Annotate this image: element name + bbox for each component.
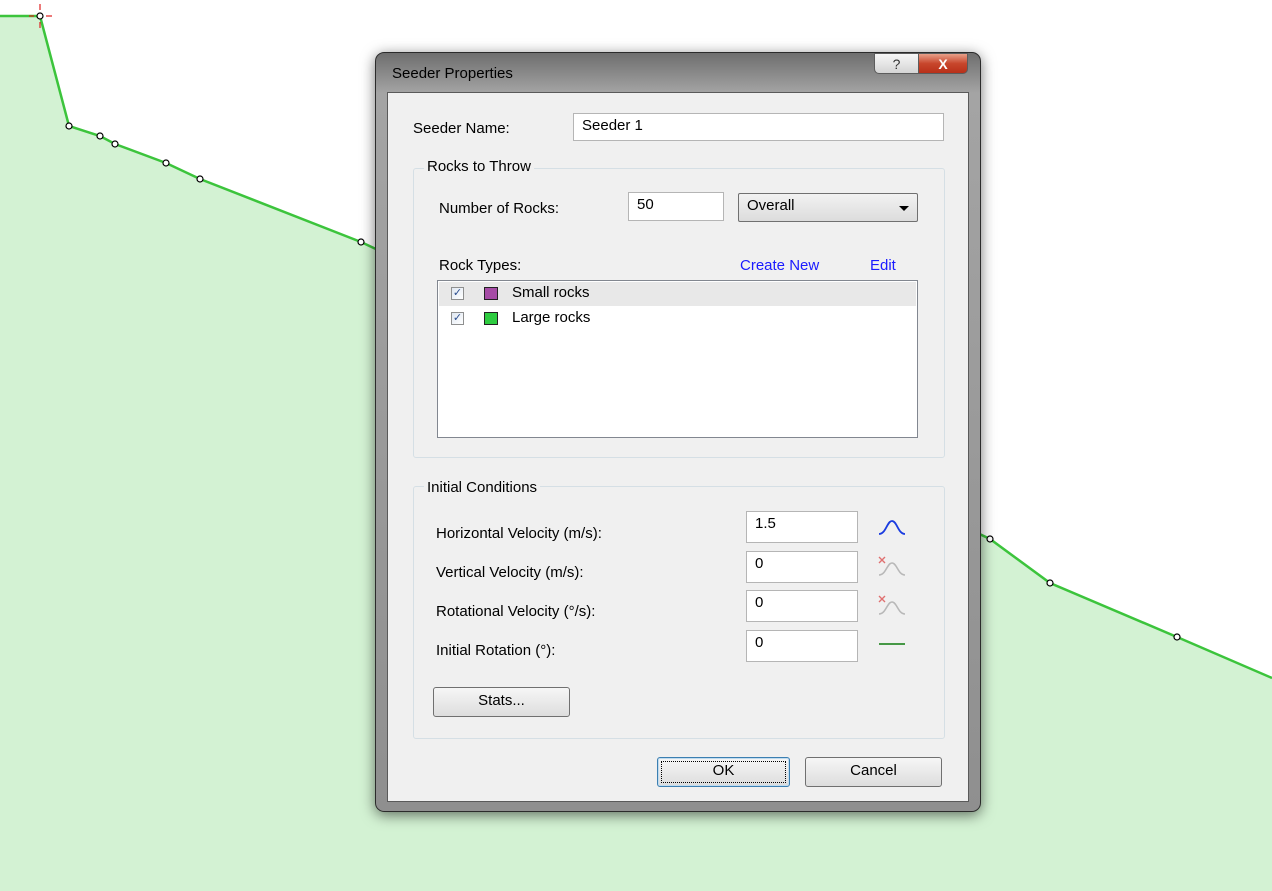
help-button[interactable]: ? [874, 53, 919, 74]
horizontal-velocity-label: Horizontal Velocity (m/s): [436, 525, 602, 542]
rock-types-label: Rock Types: [439, 257, 522, 274]
create-new-link[interactable]: Create New [740, 257, 819, 274]
vertex-handle[interactable] [96, 132, 104, 140]
ok-button[interactable]: OK [657, 757, 790, 787]
titlebar-buttons: ? X [874, 53, 968, 74]
rock-types-list[interactable]: ✓ Small rocks ✓ Large rocks [437, 280, 918, 438]
vertex-handle[interactable] [162, 159, 170, 167]
stats-button-label: Stats... [478, 692, 525, 709]
seeder-name-field[interactable]: Seeder 1 [573, 113, 944, 141]
vertex-handle[interactable] [196, 175, 204, 183]
list-item[interactable]: ✓ Small rocks [439, 282, 916, 306]
seeder-properties-dialog: Seeder Properties ? X Seeder Name: Seede… [375, 52, 981, 812]
number-of-rocks-label: Number of Rocks: [439, 200, 560, 217]
vertex-handle[interactable] [357, 238, 365, 246]
rotational-velocity-label: Rotational Velocity (°/s): [436, 603, 596, 620]
rock-type-label: Small rocks [512, 284, 590, 301]
ok-button-label: OK [712, 762, 735, 779]
seeder-name-label: Seeder Name: [413, 120, 510, 137]
list-item[interactable]: ✓ Large rocks [439, 307, 916, 331]
edit-link[interactable]: Edit [870, 257, 896, 274]
large-rocks-checkbox[interactable]: ✓ [451, 312, 464, 325]
color-swatch [484, 312, 498, 325]
chevron-down-icon [899, 206, 909, 211]
cancel-button[interactable]: Cancel [805, 757, 942, 787]
rocks-to-throw-title: Rocks to Throw [424, 158, 534, 175]
dialog-title: Seeder Properties [392, 65, 513, 82]
small-rocks-checkbox[interactable]: ✓ [451, 287, 464, 300]
initial-rotation-field[interactable]: 0 [746, 630, 858, 662]
initial-conditions-title: Initial Conditions [424, 479, 541, 496]
distribution-disabled-icon[interactable] [876, 555, 908, 579]
close-button[interactable]: X [919, 53, 968, 74]
vertex-handle[interactable] [986, 535, 994, 543]
vertex-handle[interactable] [111, 140, 119, 148]
vertex-handle[interactable] [1173, 633, 1181, 641]
help-icon: ? [892, 55, 901, 72]
close-icon: X [938, 55, 948, 72]
color-swatch [484, 287, 498, 300]
initial-rotation-label: Initial Rotation (°): [436, 642, 556, 659]
distribution-disabled-icon[interactable] [876, 594, 908, 618]
count-mode-value: Overall [747, 197, 795, 214]
number-of-rocks-field[interactable]: 50 [628, 192, 724, 221]
cancel-button-label: Cancel [850, 762, 897, 779]
vertex-handle[interactable] [65, 122, 73, 130]
dialog-client-area: Seeder Name: Seeder 1 Rocks to Throw Num… [387, 92, 969, 802]
stats-button[interactable]: Stats... [433, 687, 570, 717]
count-mode-dropdown[interactable]: Overall [738, 193, 918, 222]
vertical-velocity-label: Vertical Velocity (m/s): [436, 564, 584, 581]
rotational-velocity-field[interactable]: 0 [746, 590, 858, 622]
rock-type-label: Large rocks [512, 309, 591, 326]
horizontal-velocity-field[interactable]: 1.5 [746, 511, 858, 543]
vertical-velocity-field[interactable]: 0 [746, 551, 858, 583]
vertex-handle[interactable] [1046, 579, 1054, 587]
normal-distribution-icon[interactable] [876, 516, 908, 540]
vertex-handle[interactable] [36, 12, 44, 20]
constant-line-icon[interactable] [876, 633, 908, 657]
